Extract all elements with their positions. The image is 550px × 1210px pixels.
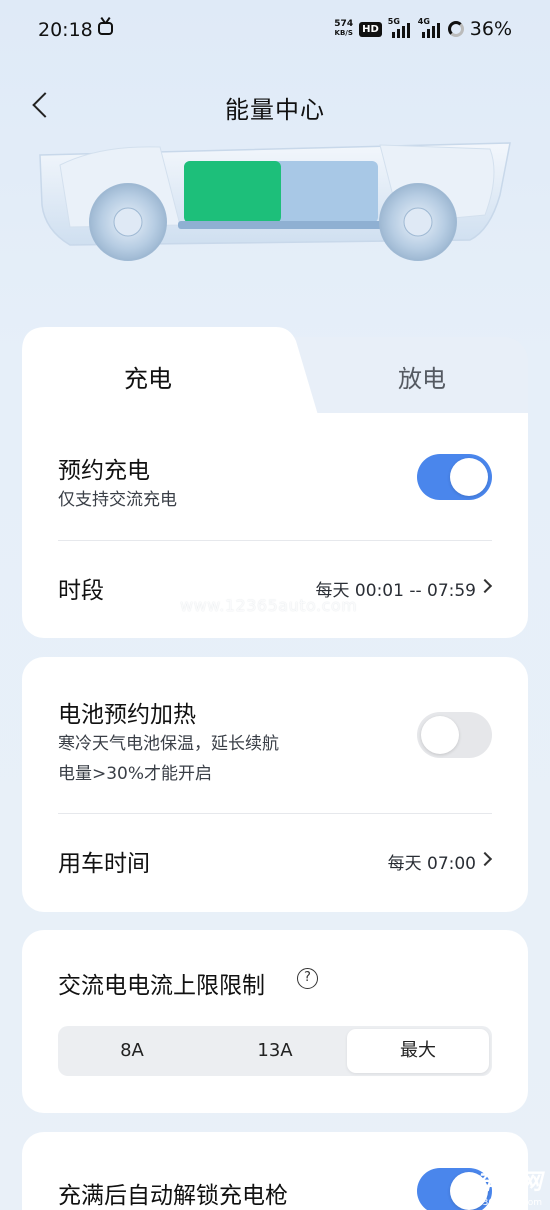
chevron-right-icon (477, 851, 493, 867)
help-icon[interactable]: ? (297, 968, 318, 989)
corner-logo-url: 12365auto.com (471, 1198, 542, 1208)
tab-discharge[interactable]: 放电 (312, 337, 528, 415)
vehicle-use-time-label: 用车时间 (58, 851, 150, 877)
page-title: 能量中心 (225, 96, 325, 124)
status-time: 20:18 (38, 19, 93, 41)
ac-current-limit-card: 交流电电流上限限制 ? 8A 13A 最大 (22, 930, 528, 1113)
watermark-text: www.12365auto.com (180, 596, 358, 615)
current-option-8a[interactable]: 8A (61, 1029, 203, 1073)
divider (58, 813, 492, 814)
tab-charge[interactable]: 充电 (22, 327, 318, 415)
tab-discharge-label: 放电 (398, 365, 446, 393)
front-wheel (89, 183, 167, 261)
signal-5g-icon: 5G (388, 17, 412, 38)
network-speed: 574 KB/S (334, 19, 354, 38)
status-indicators: 574 KB/S HD 5G 4G 36% (334, 17, 512, 40)
toggle-knob (421, 716, 459, 754)
header: 能量中心 (0, 62, 550, 146)
auto-unlock-card: 充满后自动解锁充电枪 (22, 1132, 528, 1210)
vehicle-illustration (0, 135, 550, 325)
current-limit-selector: 8A 13A 最大 (58, 1026, 492, 1076)
battery-preheat-subtitle-2: 电量>30%才能开启 (58, 764, 213, 784)
battery-preheat-card: 电池预约加热 寒冷天气电池保温，延长续航 电量>30%才能开启 用车时间 每天 … (22, 657, 528, 912)
battery-preheat-subtitle-1: 寒冷天气电池保温，延长续航 (58, 734, 279, 754)
current-option-max[interactable]: 最大 (347, 1029, 489, 1073)
scheduled-charging-toggle[interactable] (417, 454, 492, 500)
current-option-13a[interactable]: 13A (204, 1029, 346, 1073)
scheduled-charging-title: 预约充电 (58, 458, 150, 484)
battery-pack (178, 161, 384, 229)
signal-4g-icon: 4G (418, 17, 442, 38)
vehicle-use-time-value: 每天 07:00 (387, 854, 476, 874)
charging-period-label: 时段 (58, 578, 104, 604)
battery-icon (447, 21, 464, 37)
tab-charge-label: 充电 (124, 365, 172, 393)
battery-percent: 36% (469, 18, 512, 40)
status-bar: 20:18 574 KB/S HD 5G 4G 36% (0, 0, 550, 62)
auto-unlock-title: 充满后自动解锁充电枪 (58, 1183, 288, 1209)
chevron-right-icon (477, 578, 493, 594)
ac-current-limit-title: 交流电电流上限限制 (58, 973, 265, 999)
corner-logo: 车质网 12365auto.com (454, 1166, 550, 1210)
car-image (39, 142, 511, 261)
battery-preheat-toggle[interactable] (417, 712, 492, 758)
tv-app-icon (98, 22, 113, 35)
toggle-knob (450, 458, 488, 496)
hd-voice-icon: HD (359, 21, 382, 37)
charge-tabs: 充电 放电 (22, 327, 528, 415)
corner-logo-text: 车质网 (475, 1170, 542, 1195)
rear-wheel (379, 183, 457, 261)
scheduled-charging-subtitle: 仅支持交流充电 (58, 490, 177, 510)
battery-preheat-title: 电池预约加热 (58, 702, 196, 728)
divider (58, 540, 492, 541)
